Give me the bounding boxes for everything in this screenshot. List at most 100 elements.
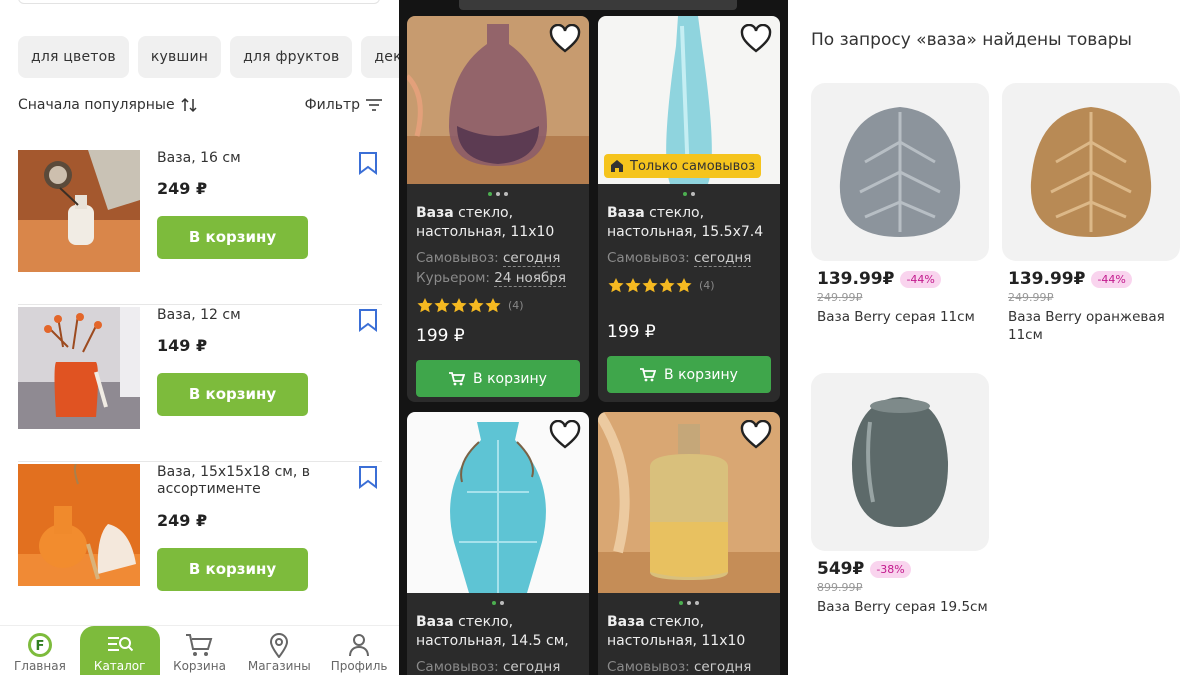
product-image[interactable]: Только самовывоз bbox=[598, 16, 780, 184]
product-image[interactable] bbox=[811, 83, 989, 261]
nav-label: Корзина bbox=[173, 659, 226, 673]
product-price: 249 ₽ bbox=[157, 179, 208, 198]
product-card[interactable]: Ваза стекло, настольная, 14.5 см, Y6-719… bbox=[407, 412, 589, 675]
pickup-only-badge: Только самовывоз bbox=[604, 154, 762, 178]
add-to-cart-button[interactable]: В корзину bbox=[157, 216, 308, 259]
product-name[interactable]: Ваза Berry оранжевая 11см bbox=[1002, 308, 1180, 344]
search-results-panel: По запросу «ваза» найдены товары 139.99₽… bbox=[788, 0, 1200, 675]
cart-icon bbox=[449, 371, 466, 385]
review-count: (4) bbox=[508, 298, 524, 312]
product-title[interactable]: Ваза стекло, настольная, 11х10 см, Y6-10… bbox=[598, 613, 780, 651]
old-price: 249.99₽ bbox=[817, 291, 863, 304]
store-icon bbox=[611, 160, 623, 172]
old-price: 899.99₽ bbox=[817, 581, 863, 594]
image-pager bbox=[407, 184, 589, 204]
svg-text:F: F bbox=[35, 639, 44, 654]
dark-store-panel: Ваза стекло, настольная, 11х10 см, Y6-10… bbox=[399, 0, 788, 675]
image-pager bbox=[407, 593, 589, 613]
user-icon bbox=[349, 634, 370, 657]
add-to-cart-button[interactable]: В корзину bbox=[607, 356, 771, 393]
sort-arrows-icon bbox=[181, 97, 197, 113]
home-logo-icon: F bbox=[27, 633, 52, 657]
product-price: 199 ₽ bbox=[607, 322, 656, 342]
price: 139.99₽ bbox=[817, 269, 895, 289]
chip-jug[interactable]: кувшин bbox=[137, 36, 222, 78]
cart-icon bbox=[640, 367, 657, 381]
product-image[interactable] bbox=[598, 412, 780, 593]
product-card[interactable]: 139.99₽ -44% 249.99₽ Ваза Berry серая 11с… bbox=[811, 83, 989, 326]
price: 139.99₽ bbox=[1008, 269, 1086, 289]
old-price: 249.99₽ bbox=[1008, 291, 1054, 304]
product-image[interactable] bbox=[18, 150, 140, 272]
bottom-navigation: F Главная Каталог Корзина Магазины Профи… bbox=[0, 625, 399, 675]
add-to-cart-button[interactable]: В корзину bbox=[416, 360, 580, 397]
product-list: Ваза, 16 см 249 ₽ В корзину Ваза, 12 см … bbox=[18, 148, 382, 662]
add-to-cart-button[interactable]: В корзину bbox=[157, 548, 308, 591]
sort-filter-row: Сначала популярные Фильтр bbox=[18, 95, 382, 115]
sort-label: Сначала популярные bbox=[18, 97, 175, 113]
nav-label: Каталог bbox=[93, 659, 146, 673]
filter-label: Фильтр bbox=[304, 97, 360, 113]
review-count: (4) bbox=[699, 278, 715, 292]
heart-icon[interactable] bbox=[549, 24, 581, 54]
nav-label: Магазины bbox=[247, 659, 311, 673]
product-name[interactable]: Ваза, 12 см bbox=[157, 307, 332, 324]
product-title[interactable]: Ваза стекло, настольная, 15.5х7.4 см, Ev… bbox=[598, 204, 780, 242]
rating-stars: (4) bbox=[407, 292, 589, 318]
product-price: 149 ₽ bbox=[157, 336, 208, 355]
category-chips: для цветов кувшин для фруктов декора bbox=[18, 36, 399, 78]
product-image[interactable] bbox=[18, 307, 140, 429]
product-title[interactable]: Ваза стекло, настольная, 11х10 см, Y6-10… bbox=[407, 204, 589, 242]
chip-fruits[interactable]: для фруктов bbox=[230, 36, 353, 78]
image-pager bbox=[598, 593, 780, 613]
product-name[interactable]: Ваза, 15х15х18 см, в ассортименте bbox=[157, 464, 332, 498]
product-card[interactable]: Ваза стекло, настольная, 11х10 см, Y6-10… bbox=[407, 16, 589, 402]
product-name[interactable]: Ваза Berry серая 19.5см bbox=[811, 598, 989, 616]
product-card[interactable]: 139.99₽ -44% 249.99₽ Ваза Berry оранжевая… bbox=[1002, 83, 1180, 344]
star-icons bbox=[417, 297, 501, 312]
discount-badge: -44% bbox=[900, 270, 941, 288]
product-item[interactable]: Ваза, 16 см 249 ₽ В корзину bbox=[18, 148, 382, 305]
star-icons bbox=[608, 277, 692, 292]
product-image[interactable] bbox=[1002, 83, 1180, 261]
product-name[interactable]: Ваза, 16 см bbox=[157, 150, 332, 167]
search-bar-edge[interactable] bbox=[459, 0, 737, 10]
catalog-panel: для цветов кувшин для фруктов декора Сна… bbox=[0, 0, 399, 675]
image-pager bbox=[598, 184, 780, 204]
product-image[interactable] bbox=[811, 373, 989, 551]
nav-home[interactable]: F Главная bbox=[0, 626, 80, 675]
product-card[interactable]: 549₽ -38% 899.99₽ Ваза Berry серая 19.5см bbox=[811, 373, 989, 616]
chip-flowers[interactable]: для цветов bbox=[18, 36, 129, 78]
heart-icon[interactable] bbox=[740, 24, 772, 54]
heart-icon[interactable] bbox=[740, 420, 772, 450]
filter-icon bbox=[366, 99, 382, 111]
bookmark-icon[interactable] bbox=[358, 151, 378, 175]
delivery-info: Самовывоз: сегодня bbox=[607, 659, 752, 675]
add-to-cart-button[interactable]: В корзину bbox=[157, 373, 308, 416]
bookmark-icon[interactable] bbox=[358, 308, 378, 332]
product-name[interactable]: Ваза Berry серая 11см bbox=[811, 308, 989, 326]
product-image[interactable] bbox=[407, 16, 589, 184]
discount-badge: -44% bbox=[1091, 270, 1132, 288]
product-card[interactable]: Ваза стекло, настольная, 11х10 см, Y6-10… bbox=[598, 412, 780, 675]
nav-label: Профиль bbox=[330, 659, 388, 673]
nav-profile[interactable]: Профиль bbox=[319, 626, 399, 675]
nav-cart[interactable]: Корзина bbox=[160, 626, 240, 675]
nav-label: Главная bbox=[13, 659, 66, 673]
product-image[interactable] bbox=[407, 412, 589, 593]
product-card[interactable]: Только самовывоз Ваза стекло, настольная… bbox=[598, 16, 780, 402]
heart-icon[interactable] bbox=[549, 420, 581, 450]
product-price: 199 ₽ bbox=[416, 326, 465, 346]
product-item[interactable]: Ваза, 12 см 149 ₽ В корзину bbox=[18, 305, 382, 462]
product-image[interactable] bbox=[18, 464, 140, 586]
sort-button[interactable]: Сначала популярные bbox=[18, 97, 197, 113]
chip-decor[interactable]: декора bbox=[361, 36, 399, 78]
product-title[interactable]: Ваза стекло, настольная, 14.5 см, Y6-719… bbox=[407, 613, 589, 651]
search-bar-edge[interactable] bbox=[18, 0, 380, 4]
nav-catalog[interactable]: Каталог bbox=[79, 626, 160, 675]
product-price: 249 ₽ bbox=[157, 511, 208, 530]
bookmark-icon[interactable] bbox=[358, 465, 378, 489]
filter-button[interactable]: Фильтр bbox=[305, 97, 382, 113]
rating-stars: (4) bbox=[598, 272, 780, 298]
nav-stores[interactable]: Магазины bbox=[239, 626, 319, 675]
